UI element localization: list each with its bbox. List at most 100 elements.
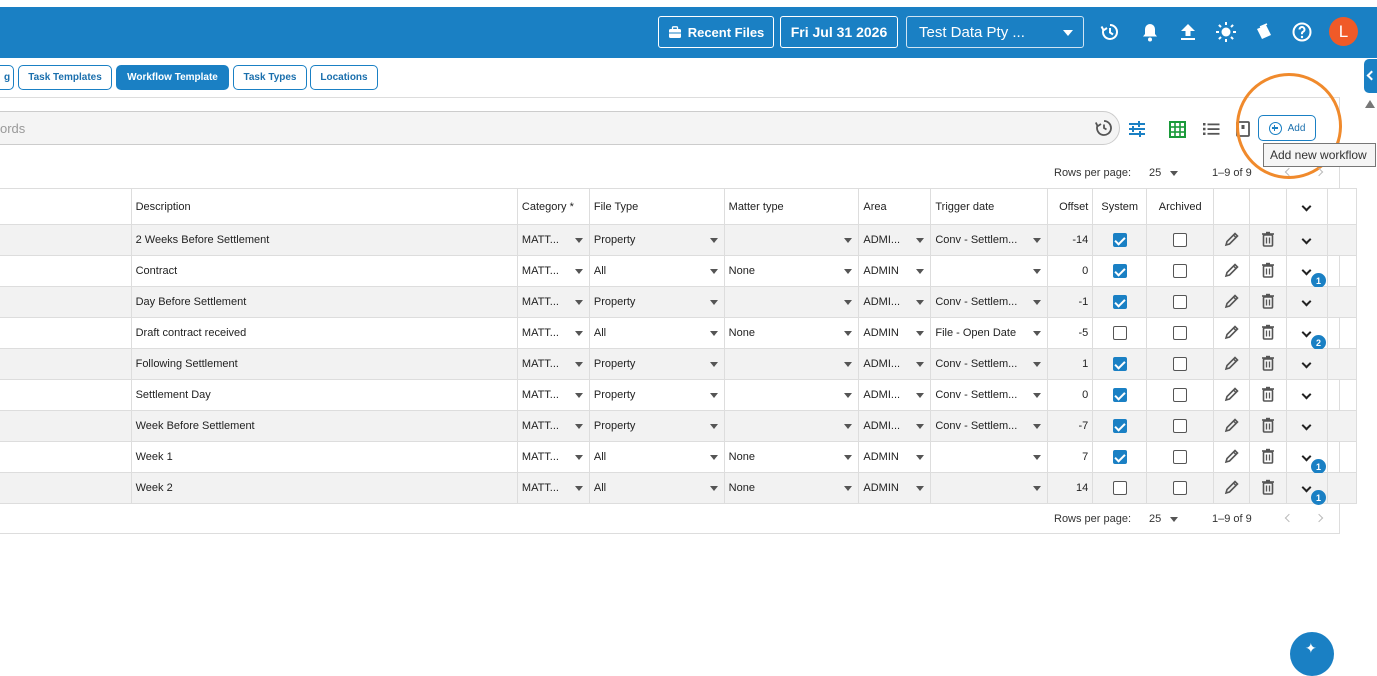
expand-cell[interactable]: 1 <box>1286 441 1328 474</box>
category-select[interactable]: MATT... <box>516 379 590 411</box>
bell-icon[interactable] <box>1137 19 1163 45</box>
system-checkbox[interactable] <box>1112 388 1127 402</box>
avatar[interactable]: L <box>1329 17 1358 46</box>
pencil-icon[interactable] <box>1224 479 1240 495</box>
file-type-select[interactable]: All <box>588 441 725 473</box>
upload-icon[interactable] <box>1175 19 1201 45</box>
column-header[interactable]: Area <box>858 188 932 225</box>
pencil-icon[interactable] <box>1224 417 1240 433</box>
expand-cell[interactable] <box>1286 224 1328 256</box>
chevron-down-icon[interactable] <box>1302 482 1312 493</box>
description-cell[interactable]: Draft contract received <box>130 317 518 349</box>
trigger-date-select[interactable]: Conv - Settlem... <box>930 348 1049 380</box>
archived-checkbox[interactable] <box>1173 233 1188 247</box>
next-page-icon[interactable] <box>1314 167 1324 177</box>
system-checkbox[interactable] <box>1112 326 1127 340</box>
matter-type-select[interactable] <box>723 379 860 411</box>
add-workflow-button[interactable]: Add <box>1258 115 1316 141</box>
tab-task-types[interactable]: Task Types <box>233 65 307 90</box>
system-checkbox[interactable] <box>1112 264 1127 278</box>
chevron-down-icon[interactable] <box>1302 451 1312 462</box>
description-cell[interactable]: 2 Weeks Before Settlement <box>130 224 518 256</box>
trash-icon[interactable] <box>1261 448 1275 464</box>
date-button[interactable]: Fri Jul 31 2026 <box>780 16 898 48</box>
side-panel-toggle[interactable] <box>1364 59 1377 93</box>
archived-checkbox[interactable] <box>1173 295 1188 309</box>
trash-icon[interactable] <box>1261 386 1275 402</box>
trash-icon[interactable] <box>1261 324 1275 340</box>
file-type-select[interactable]: All <box>588 255 725 287</box>
system-checkbox[interactable] <box>1112 357 1127 371</box>
chevron-down-icon[interactable] <box>1302 296 1312 307</box>
system-checkbox[interactable] <box>1112 233 1127 247</box>
pencil-icon[interactable] <box>1224 262 1240 278</box>
column-header[interactable]: Category * <box>516 188 590 225</box>
filter-sliders-icon[interactable] <box>1126 118 1148 140</box>
trigger-date-select[interactable]: Conv - Settlem... <box>930 286 1049 318</box>
file-type-select[interactable]: Property <box>588 379 725 411</box>
chevron-down-icon[interactable] <box>1302 358 1312 369</box>
file-type-select[interactable]: All <box>588 472 725 504</box>
trash-icon[interactable] <box>1261 231 1275 247</box>
chevron-down-icon[interactable] <box>1302 327 1312 338</box>
expand-cell[interactable]: 1 <box>1286 472 1328 505</box>
pencil-icon[interactable] <box>1224 324 1240 340</box>
grid-view-icon[interactable] <box>1166 118 1188 140</box>
offset-cell[interactable]: 0 <box>1047 379 1094 411</box>
category-select[interactable]: MATT... <box>516 441 590 473</box>
card-view-icon[interactable] <box>1232 118 1254 140</box>
archived-checkbox[interactable] <box>1173 419 1188 433</box>
table-row[interactable]: Settlement Day MATT... Property ADMI... Conv… <box>0 379 1358 411</box>
category-select[interactable]: MATT... <box>516 348 590 380</box>
next-page-icon[interactable] <box>1314 513 1324 523</box>
area-select[interactable]: ADMIN <box>858 317 932 349</box>
matter-type-select[interactable]: None <box>723 441 860 473</box>
offset-cell[interactable]: -1 <box>1047 286 1094 318</box>
column-header[interactable]: Archived <box>1146 188 1215 225</box>
table-row[interactable]: Contract MATT... All None ADMIN 0 1 <box>0 255 1358 288</box>
help-icon[interactable] <box>1289 19 1315 45</box>
column-header[interactable]: Description <box>130 188 518 225</box>
system-checkbox[interactable] <box>1112 481 1127 495</box>
chevron-down-icon[interactable] <box>1302 420 1312 431</box>
category-select[interactable]: MATT... <box>516 410 590 442</box>
description-cell[interactable]: Contract <box>130 255 518 287</box>
trigger-date-select[interactable]: Conv - Settlem... <box>930 379 1049 411</box>
expand-cell[interactable] <box>1286 379 1328 411</box>
recent-files-button[interactable]: Recent Files <box>658 16 774 48</box>
file-type-select[interactable]: Property <box>588 348 725 380</box>
pencil-icon[interactable] <box>1224 448 1240 464</box>
archived-checkbox[interactable] <box>1173 264 1188 278</box>
expand-all-button[interactable] <box>1286 188 1328 225</box>
trigger-date-select[interactable] <box>930 255 1049 287</box>
category-select[interactable]: MATT... <box>516 317 590 349</box>
list-view-icon[interactable] <box>1200 118 1222 140</box>
file-type-select[interactable]: Property <box>588 224 725 256</box>
archived-checkbox[interactable] <box>1173 326 1188 340</box>
trigger-date-select[interactable]: File - Open Date <box>930 317 1049 349</box>
area-select[interactable]: ADMI... <box>858 410 932 442</box>
tab-partial[interactable]: g <box>0 65 14 90</box>
area-select[interactable]: ADMI... <box>858 379 932 411</box>
archived-checkbox[interactable] <box>1173 388 1188 402</box>
chevron-down-icon[interactable] <box>1302 234 1312 245</box>
scroll-up-arrow[interactable] <box>1365 100 1375 108</box>
offset-cell[interactable]: 0 <box>1047 255 1094 287</box>
table-row[interactable]: Week 1 MATT... All None ADMIN 7 1 <box>0 441 1358 474</box>
category-select[interactable]: MATT... <box>516 224 590 256</box>
chevron-down-icon[interactable] <box>1302 389 1312 400</box>
chevron-down-icon[interactable] <box>1302 265 1312 276</box>
table-row[interactable]: Day Before Settlement MATT... Property ADMI… <box>0 286 1358 318</box>
system-checkbox[interactable] <box>1112 450 1127 464</box>
trash-icon[interactable] <box>1261 417 1275 433</box>
company-select[interactable]: Test Data Pty ... <box>906 16 1084 48</box>
pencil-icon[interactable] <box>1224 293 1240 309</box>
table-row[interactable]: Draft contract received MATT... All None ADM… <box>0 317 1358 350</box>
offset-cell[interactable]: -5 <box>1047 317 1094 349</box>
matter-type-select[interactable]: None <box>723 472 860 504</box>
chevron-down-icon[interactable] <box>1170 517 1178 522</box>
system-checkbox[interactable] <box>1112 419 1127 433</box>
area-select[interactable]: ADMIN <box>858 255 932 287</box>
column-header[interactable]: System <box>1092 188 1148 225</box>
tab-locations[interactable]: Locations <box>310 65 378 90</box>
